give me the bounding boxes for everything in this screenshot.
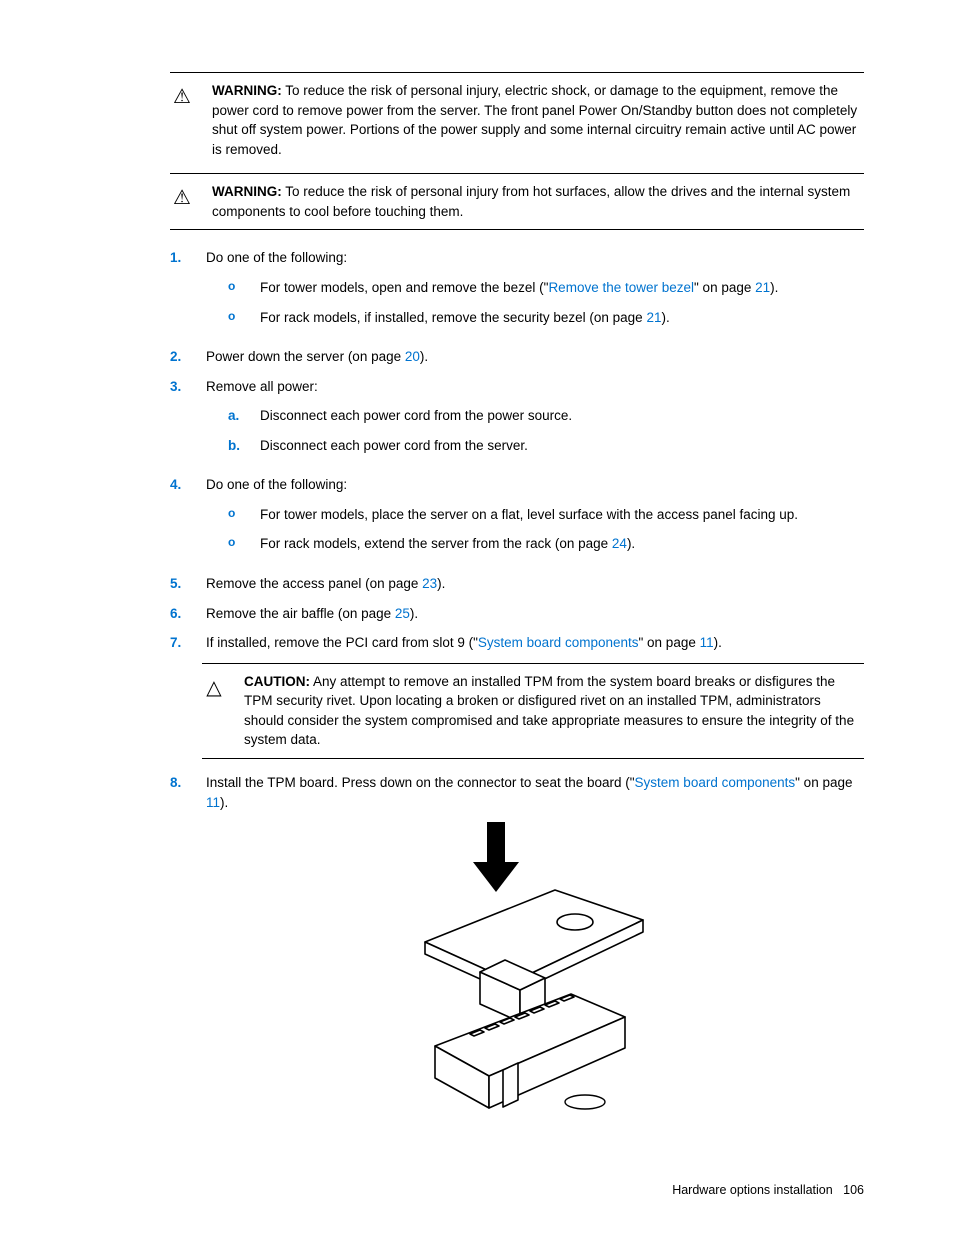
page-link[interactable]: 11 bbox=[206, 795, 220, 810]
warning-alert-1: ⚠ WARNING: To reduce the risk of persona… bbox=[170, 72, 864, 167]
step-1: 1. Do one of the following: o For tower … bbox=[170, 248, 864, 337]
page-link[interactable]: 21 bbox=[646, 310, 661, 325]
bullet-icon: o bbox=[228, 534, 250, 551]
page-footer: Hardware options installation 106 bbox=[672, 1181, 864, 1199]
bullet-icon: o bbox=[228, 308, 250, 325]
step-number: 3. bbox=[170, 377, 196, 397]
sub-steps: o For tower models, place the server on … bbox=[206, 505, 864, 554]
warning-icon: ⚠ bbox=[170, 81, 194, 112]
warning-text: WARNING: To reduce the risk of personal … bbox=[212, 182, 864, 221]
sub-step-body: For tower models, open and remove the be… bbox=[260, 278, 864, 298]
sub-step-body: Disconnect each power cord from the powe… bbox=[260, 406, 864, 426]
tpm-install-figure bbox=[206, 822, 864, 1128]
sub-letter: b. bbox=[228, 436, 250, 456]
caution-body: Any attempt to remove an installed TPM f… bbox=[244, 674, 854, 748]
step-5: 5. Remove the access panel (on page 23). bbox=[170, 574, 864, 594]
step-body: If installed, remove the PCI card from s… bbox=[206, 633, 864, 653]
sub-letter: a. bbox=[228, 406, 250, 426]
sub-step: b. Disconnect each power cord from the s… bbox=[228, 436, 864, 456]
sub-step-body: For tower models, place the server on a … bbox=[260, 505, 864, 525]
caution-text: CAUTION: Any attempt to remove an instal… bbox=[244, 672, 864, 750]
step-number: 5. bbox=[170, 574, 196, 594]
step-body: Remove the access panel (on page 23). bbox=[206, 574, 864, 594]
sub-step-body: Disconnect each power cord from the serv… bbox=[260, 436, 864, 456]
warning-icon: ⚠ bbox=[170, 182, 194, 213]
step-number: 1. bbox=[170, 248, 196, 268]
caution-icon: △ bbox=[202, 672, 226, 750]
sub-steps: a. Disconnect each power cord from the p… bbox=[206, 406, 864, 455]
step-8: 8. Install the TPM board. Press down on … bbox=[170, 773, 864, 1128]
warning-body: To reduce the risk of personal injury, e… bbox=[212, 83, 857, 157]
step-number: 4. bbox=[170, 475, 196, 495]
tpm-board-install-diagram bbox=[385, 822, 685, 1122]
page-link[interactable]: 20 bbox=[405, 349, 420, 364]
page-link[interactable]: 23 bbox=[422, 576, 437, 591]
step-number: 8. bbox=[170, 773, 196, 793]
sub-step: o For tower models, open and remove the … bbox=[228, 278, 864, 298]
link-system-board-components[interactable]: System board components bbox=[478, 635, 639, 650]
step-text: Do one of the following: bbox=[206, 477, 347, 492]
footer-section: Hardware options installation bbox=[672, 1183, 833, 1197]
warning-body: To reduce the risk of personal injury fr… bbox=[212, 184, 850, 219]
sub-step: a. Disconnect each power cord from the p… bbox=[228, 406, 864, 426]
step-number: 6. bbox=[170, 604, 196, 624]
bullet-icon: o bbox=[228, 278, 250, 295]
step-2: 2. Power down the server (on page 20). bbox=[170, 347, 864, 367]
step-4: 4. Do one of the following: o For tower … bbox=[170, 475, 864, 564]
sub-step: o For rack models, extend the server fro… bbox=[228, 534, 864, 554]
step-body: Remove the air baffle (on page 25). bbox=[206, 604, 864, 624]
content-body: ⚠ WARNING: To reduce the risk of persona… bbox=[170, 72, 864, 1128]
warning-label: WARNING: bbox=[212, 184, 282, 199]
page-link[interactable]: 24 bbox=[612, 536, 627, 551]
step-6: 6. Remove the air baffle (on page 25). bbox=[170, 604, 864, 624]
sub-step: o For tower models, place the server on … bbox=[228, 505, 864, 525]
bullet-icon: o bbox=[228, 505, 250, 522]
warning-label: WARNING: bbox=[212, 83, 282, 98]
step-7: 7. If installed, remove the PCI card fro… bbox=[170, 633, 864, 653]
step-body: Power down the server (on page 20). bbox=[206, 347, 864, 367]
page-link[interactable]: 25 bbox=[395, 606, 410, 621]
step-number: 2. bbox=[170, 347, 196, 367]
page-link[interactable]: 21 bbox=[755, 280, 770, 295]
caution-alert: △ CAUTION: Any attempt to remove an inst… bbox=[202, 663, 864, 759]
procedure-steps-cont: 8. Install the TPM board. Press down on … bbox=[170, 773, 864, 1128]
document-page: ⚠ WARNING: To reduce the risk of persona… bbox=[0, 0, 954, 1235]
footer-page-number: 106 bbox=[843, 1183, 864, 1197]
link-remove-tower-bezel[interactable]: Remove the tower bezel bbox=[548, 280, 694, 295]
step-3: 3. Remove all power: a. Disconnect each … bbox=[170, 377, 864, 466]
step-body: Install the TPM board. Press down on the… bbox=[206, 773, 864, 1128]
sub-step-body: For rack models, extend the server from … bbox=[260, 534, 864, 554]
warning-alert-2: ⚠ WARNING: To reduce the risk of persona… bbox=[170, 173, 864, 230]
step-number: 7. bbox=[170, 633, 196, 653]
step-text: Remove all power: bbox=[206, 379, 318, 394]
page-link[interactable]: 11 bbox=[700, 635, 714, 650]
warning-text: WARNING: To reduce the risk of personal … bbox=[212, 81, 864, 159]
link-system-board-components[interactable]: System board components bbox=[635, 775, 796, 790]
sub-step-body: For rack models, if installed, remove th… bbox=[260, 308, 864, 328]
sub-steps: o For tower models, open and remove the … bbox=[206, 278, 864, 327]
caution-label: CAUTION: bbox=[244, 674, 310, 689]
step-text: Do one of the following: bbox=[206, 250, 347, 265]
sub-step: o For rack models, if installed, remove … bbox=[228, 308, 864, 328]
procedure-steps: 1. Do one of the following: o For tower … bbox=[170, 248, 864, 652]
